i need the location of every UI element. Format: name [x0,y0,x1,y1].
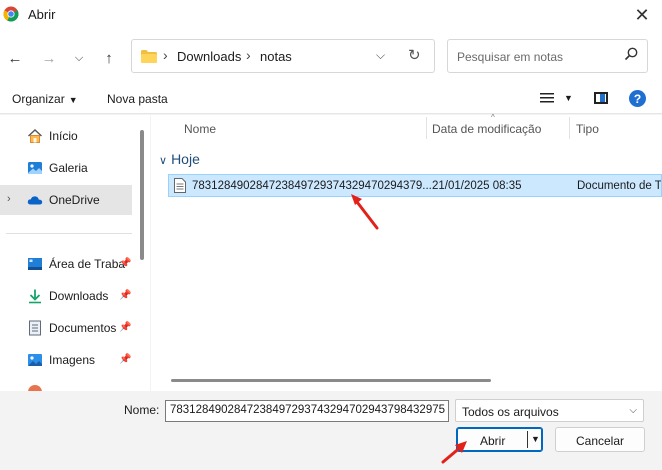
column-header-name[interactable]: Nome [184,122,216,136]
sidebar-item-galeria[interactable]: Galeria [0,153,132,183]
download-icon [29,289,41,304]
chevron-down-icon: ⌵ [74,51,84,64]
forward-button[interactable]: → [38,47,60,69]
file-name-label: Nome: [124,403,160,417]
column-header-date[interactable]: Data de modificação [432,122,541,136]
file-name-input[interactable]: 7831284902847238497293743294702943798432… [165,400,449,422]
column-header-type[interactable]: Tipo [576,122,599,136]
music-icon [28,385,42,391]
file-list: Nome ^ Data de modificação Tipo ∨ Hoje 78… [151,113,662,391]
organize-label: Organizar [12,92,65,106]
chevron-down-icon: ∨ [159,155,168,167]
address-bar[interactable]: › Downloads › notas ⌵ ↻ [131,39,435,73]
organize-menu[interactable]: Organizar ▼ [12,92,78,106]
sidebar-item-label: OneDrive [49,193,100,207]
search-icon[interactable] [624,47,638,61]
breadcrumb-downloads[interactable]: Downloads [177,49,241,64]
sidebar-item-label: Galeria [49,161,88,175]
sidebar-scrollbar[interactable] [140,130,144,260]
chevron-right-icon[interactable]: › [7,193,11,205]
navigation-pane: Início Galeria › OneDrive Área de Traba … [0,115,150,391]
horizontal-scrollbar[interactable] [171,379,491,382]
file-name: 783128490284723849729374329470294379... [192,180,432,192]
sidebar-item-label: Downloads [49,289,109,303]
sidebar-item-partial[interactable] [0,377,132,391]
pin-icon: 📌 [119,290,132,301]
file-type: Documento de T [577,180,661,192]
sidebar-item-inicio[interactable]: Início [0,121,132,151]
sidebar-item-label: Área de Traba [49,257,126,271]
annotation-arrow-icon [351,194,379,230]
refresh-icon[interactable]: ↻ [408,46,421,64]
column-divider[interactable] [426,117,427,139]
cloud-icon [27,196,43,205]
annotation-arrow-icon [441,441,467,464]
chrome-icon [3,6,19,22]
preview-pane-icon[interactable] [594,92,608,104]
document-icon [29,320,41,336]
gallery-icon [28,162,42,174]
new-folder-button[interactable]: Nova pasta [107,92,168,106]
up-button[interactable]: ↑ [98,47,120,69]
sidebar-item-imagens[interactable]: Imagens 📌 [0,345,132,375]
close-icon: ✕ [634,4,650,25]
cancel-button-label: Cancelar [575,434,625,448]
view-list-icon[interactable] [540,92,554,104]
navigation-bar: ← → ⌵ ↑ › Downloads › notas ⌵ ↻ Pesquisa… [0,30,662,84]
group-label: Hoje [171,151,200,167]
group-header-today[interactable]: ∨ Hoje [159,151,200,167]
close-button[interactable]: ✕ [630,3,654,27]
caret-down-icon: ▼ [68,95,78,105]
sidebar-item-documentos[interactable]: Documentos 📌 [0,313,132,343]
search-box[interactable]: Pesquisar em notas [447,39,648,73]
sidebar-item-label: Imagens [49,353,96,367]
dialog-footer: Nome: 7831284902847238497293743294702943… [0,391,662,470]
sidebar-item-label: Início [49,129,78,143]
sidebar-item-onedrive[interactable]: › OneDrive [0,185,132,215]
breadcrumb-separator-icon: › [246,47,251,63]
image-icon [28,354,42,366]
sidebar-item-downloads[interactable]: Downloads 📌 [0,281,132,311]
open-options-caret-icon[interactable]: ▼ [531,434,540,444]
cancel-button[interactable]: Cancelar [555,427,645,452]
chevron-down-icon: ⌵ [629,405,637,416]
recent-locations-button[interactable]: ⌵ [68,47,90,69]
pin-icon: 📌 [119,258,132,269]
home-icon [28,129,42,143]
folder-icon [141,50,157,63]
help-icon[interactable]: ? [629,90,646,107]
breadcrumb-separator-icon: › [163,47,168,63]
file-type-select[interactable]: Todos os arquivos ⌵ [455,399,644,422]
back-button[interactable]: ← [4,47,26,69]
arrow-right-icon: → [41,49,57,67]
file-row[interactable]: 783128490284723849729374329470294379... … [168,174,662,197]
pin-icon: 📌 [119,322,132,333]
desktop-icon [28,258,42,270]
sidebar-divider [6,233,132,234]
split-divider [527,431,528,448]
sort-caret-icon: ^ [491,113,495,122]
command-toolbar: Organizar ▼ Nova pasta ▼ ? [0,84,662,114]
pin-icon: 📌 [119,354,132,365]
file-type-value: Todos os arquivos [462,405,559,419]
view-options-caret-icon[interactable]: ▼ [564,93,573,103]
arrow-up-icon: ↑ [105,49,113,67]
sidebar-item-area-de-trabalho[interactable]: Área de Traba 📌 [0,249,132,279]
open-button-label: Abrir [480,434,506,448]
column-divider[interactable] [569,117,570,139]
search-input[interactable]: Pesquisar em notas [457,50,563,64]
window-title: Abrir [28,7,56,22]
arrow-left-icon: ← [7,49,23,67]
sidebar-item-label: Documentos [49,321,117,335]
file-date: 21/01/2025 08:35 [432,180,522,192]
breadcrumb-notas[interactable]: notas [260,49,292,64]
title-bar: Abrir ✕ [0,0,662,30]
column-headers: Nome ^ Data de modificação Tipo [151,113,662,141]
text-file-icon [174,178,186,193]
address-dropdown-icon[interactable]: ⌵ [376,48,385,63]
